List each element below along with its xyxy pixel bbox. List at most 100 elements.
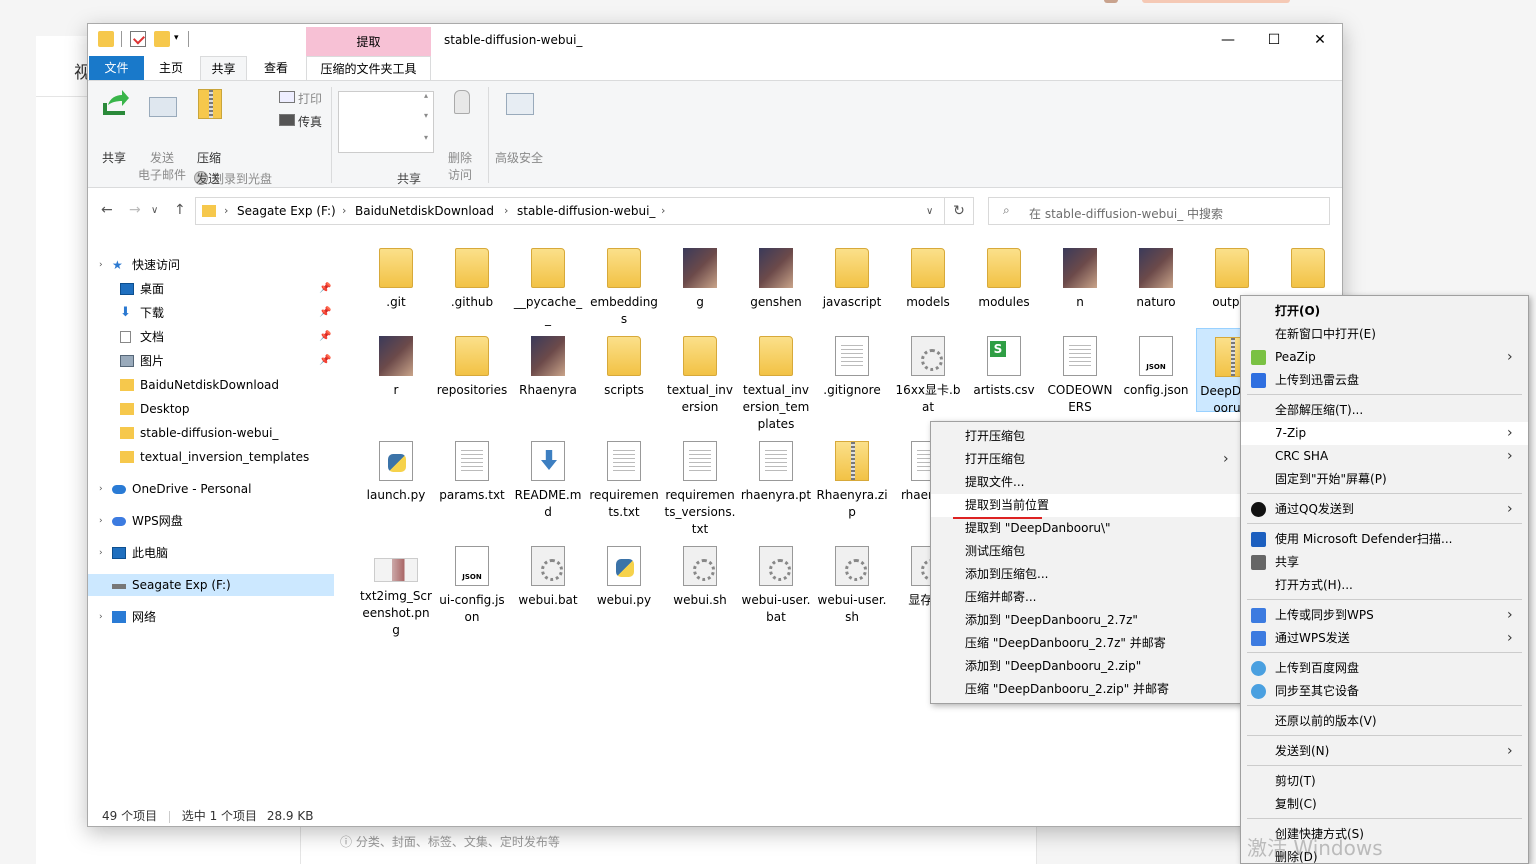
compress-button[interactable]: 压缩 [197,149,221,166]
sidebar-item-6[interactable]: Desktop [88,398,334,420]
context-menu-item[interactable]: 7-Zip › [1241,422,1528,445]
context-menu-item[interactable]: CRC SHA › [1241,445,1528,468]
file-item[interactable]: __pycache__ [512,240,584,328]
back-icon[interactable]: ← [101,202,113,218]
email-button-line2[interactable]: 电子邮件 [138,166,186,183]
sidebar-item-12[interactable]: Seagate Exp (F:) [88,574,334,596]
context-menu-item[interactable]: 剪切(T) [1241,770,1528,793]
breadcrumb-current[interactable]: stable-diffusion-webui_ [517,204,655,218]
expand-chevron-icon[interactable]: › [99,606,103,628]
chevron-right-icon[interactable]: › [224,204,228,217]
submenu-item[interactable]: 测试压缩包 [931,540,1242,563]
context-menu-item[interactable]: 复制(C) [1241,793,1528,816]
file-item[interactable]: embeddings [588,240,660,328]
context-menu-item[interactable]: 上传到迅雷云盘 [1241,369,1528,392]
context-menu-item[interactable]: 通过WPS发送 › [1241,627,1528,650]
sidebar-item-13[interactable]: 网络 › [88,606,334,628]
email-icon[interactable] [149,97,177,117]
submenu-item[interactable]: 压缩 "DeepDanbooru_2.zip" 并邮寄 [931,678,1242,701]
context-menu-item[interactable]: 使用 Microsoft Defender扫描... [1241,528,1528,551]
file-item[interactable]: .gitignore [816,328,888,399]
sidebar-item-2[interactable]: ⬇ 下载 📌 [88,302,334,324]
file-item[interactable]: g [664,240,736,311]
submenu-item[interactable]: 压缩 "DeepDanbooru_2.7z" 并邮寄 [931,632,1242,655]
forward-icon[interactable]: → [129,202,141,218]
minimize-button[interactable]: — [1205,24,1251,56]
expand-chevron-icon[interactable]: › [99,478,103,500]
fax-button[interactable]: 传真 [298,113,322,130]
file-item[interactable]: Rhaenyra [512,328,584,399]
zip-icon[interactable] [198,89,222,119]
scroll-up-icon[interactable]: ▴ [424,91,428,100]
file-item[interactable]: webui-user.bat [740,538,812,626]
burn-button[interactable]: 刻录到光盘 [212,170,272,187]
sidebar-item-1[interactable]: 桌面 📌 [88,278,334,300]
address-bar[interactable]: › Seagate Exp (F:) › BaiduNetdiskDownloa… [195,197,945,225]
address-dropdown-icon[interactable]: ∨ [926,206,933,217]
remove-access-line1[interactable]: 删除 [448,149,472,166]
file-item[interactable]: genshen [740,240,812,311]
context-menu-item[interactable]: 共享 [1241,551,1528,574]
file-item[interactable]: requirements.txt [588,433,660,521]
tab-home[interactable]: 主页 [148,56,194,80]
sidebar-item-5[interactable]: BaiduNetdiskDownload [88,374,334,396]
file-item[interactable]: CODEOWNERS [1044,328,1116,416]
lock-icon[interactable] [454,90,470,114]
sidebar-item-11[interactable]: 此电脑 › [88,542,334,564]
tab-view[interactable]: 查看 [252,56,300,80]
file-item[interactable]: naturo [1120,240,1192,311]
sidebar-item-7[interactable]: stable-diffusion-webui_ [88,422,334,444]
file-item[interactable]: Rhaenyra.zip [816,433,888,521]
share-button[interactable]: 共享 [102,149,126,166]
sidebar-item-10[interactable]: WPS网盘 › [88,510,334,532]
submenu-item[interactable]: 提取到 "DeepDanbooru\" [931,517,1242,540]
file-item[interactable]: scripts [588,328,660,399]
context-menu-item[interactable]: 还原以前的版本(V) [1241,710,1528,733]
file-item[interactable]: rhaenyra.pt [740,433,812,504]
expand-icon[interactable]: ▾ [424,133,428,142]
expand-chevron-icon[interactable]: › [99,254,103,276]
submenu-item[interactable]: 打开压缩包 › [931,448,1242,471]
context-menu-item[interactable]: 打开方式(H)... [1241,574,1528,597]
up-icon[interactable]: ↑ [174,202,186,218]
sidebar-item-3[interactable]: 文档 📌 [88,326,334,348]
chevron-right-icon[interactable]: › [504,204,508,217]
context-menu-item[interactable]: 上传或同步到WPS › [1241,604,1528,627]
sidebar-item-9[interactable]: OneDrive - Personal › [88,478,334,500]
file-item[interactable]: artists.csv [968,328,1040,399]
share-icon[interactable] [100,89,130,117]
scroll-down-icon[interactable]: ▾ [424,111,428,120]
context-menu-item[interactable]: 全部解压缩(T)... [1241,399,1528,422]
context-menu-item[interactable]: PeaZip › [1241,346,1528,369]
file-item[interactable]: repositories [436,328,508,399]
file-item[interactable]: .github [436,240,508,311]
file-item[interactable]: webui.py [588,538,660,609]
file-item[interactable]: webui.sh [664,538,736,609]
submenu-item[interactable]: 提取文件... [931,471,1242,494]
submenu-item[interactable]: 打开压缩包 [931,425,1242,448]
remove-access-line2[interactable]: 访问 [448,166,472,183]
submenu-item[interactable]: 添加到压缩包... [931,563,1242,586]
sidebar-item-4[interactable]: 图片 📌 [88,350,334,372]
context-menu-item[interactable]: 打开(O) [1241,300,1528,323]
advanced-security-button[interactable]: 高级安全 [495,149,543,166]
breadcrumb-drive[interactable]: Seagate Exp (F:) [237,204,336,218]
context-menu-item[interactable]: 在新窗口中打开(E) [1241,323,1528,346]
submenu-item[interactable]: 提取到当前位置 [931,494,1242,517]
context-menu-item[interactable]: 上传到百度网盘 [1241,657,1528,680]
file-item[interactable]: textual_inversion_templates [740,328,812,433]
context-menu-item[interactable]: 通过QQ发送到 › [1241,498,1528,521]
context-menu-item[interactable]: 同步至其它设备 [1241,680,1528,703]
file-item[interactable]: launch.py [360,433,432,504]
file-item[interactable]: webui.bat [512,538,584,609]
chevron-right-icon[interactable]: › [342,204,346,217]
submenu-item[interactable]: 添加到 "DeepDanbooru_2.7z" [931,609,1242,632]
file-item[interactable]: params.txt [436,433,508,504]
maximize-button[interactable]: ☐ [1251,24,1297,56]
context-menu-item[interactable]: 发送到(N) › [1241,740,1528,763]
file-item[interactable]: n [1044,240,1116,311]
file-item[interactable]: javascript [816,240,888,311]
file-item[interactable]: txt2img_Screenshot.png [360,538,432,639]
file-item[interactable]: 16xx显卡.bat [892,328,964,416]
refresh-icon[interactable]: ↻ [945,197,974,225]
